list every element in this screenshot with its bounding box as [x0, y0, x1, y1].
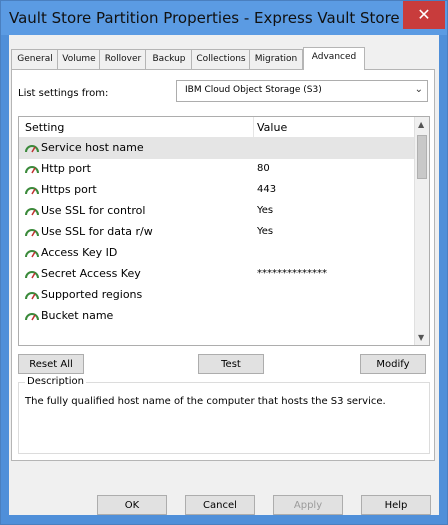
setting-name: Access Key ID — [41, 246, 118, 259]
settings-list[interactable]: Setting Value Service host name Http por… — [18, 116, 430, 346]
setting-name: Service host name — [41, 141, 144, 154]
table-row[interactable]: Http port 80 — [19, 159, 415, 180]
reset-all-button[interactable]: Reset All — [18, 354, 84, 374]
advanced-panel: List settings from: IBM Cloud Object Sto… — [11, 69, 435, 461]
gauge-icon — [25, 313, 39, 321]
table-row[interactable]: Use SSL for control Yes — [19, 201, 415, 222]
setting-name: Secret Access Key — [41, 267, 141, 280]
column-header-value[interactable]: Value — [257, 121, 287, 134]
description-legend: Description — [25, 376, 86, 387]
title-bar[interactable]: Vault Store Partition Properties - Expre… — [1, 1, 447, 35]
apply-button[interactable]: Apply — [273, 495, 343, 515]
modify-button[interactable]: Modify — [360, 354, 426, 374]
scroll-down-icon[interactable]: ▼ — [418, 333, 424, 342]
table-row[interactable]: Secret Access Key ************** — [19, 264, 415, 285]
properties-window: Vault Store Partition Properties - Expre… — [0, 0, 448, 525]
setting-name: Use SSL for data r/w — [41, 225, 153, 238]
table-row[interactable]: Https port 443 — [19, 180, 415, 201]
setting-value: Yes — [257, 226, 274, 237]
tab-migration[interactable]: Migration — [249, 49, 303, 69]
dialog-body: General Volume Rollover Backup Collectio… — [9, 35, 439, 515]
table-row[interactable]: Service host name — [19, 138, 415, 159]
setting-value: 80 — [257, 163, 270, 174]
setting-name: Https port — [41, 183, 97, 196]
column-divider[interactable] — [253, 117, 254, 137]
description-text: The fully qualified host name of the com… — [25, 396, 386, 407]
list-settings-label: List settings from: — [18, 88, 109, 99]
gauge-icon — [25, 208, 39, 216]
setting-value: Yes — [257, 205, 274, 216]
cancel-button[interactable]: Cancel — [185, 495, 255, 515]
chevron-down-icon: ⌄ — [414, 84, 423, 95]
settings-list-header: Setting Value — [19, 117, 415, 138]
vertical-scrollbar[interactable]: ▲ ▼ — [414, 117, 429, 345]
setting-name: Http port — [41, 162, 91, 175]
gauge-icon — [25, 229, 39, 237]
ok-button[interactable]: OK — [97, 495, 167, 515]
list-settings-dropdown[interactable]: IBM Cloud Object Storage (S3) ⌄ — [176, 80, 428, 102]
gauge-icon — [25, 145, 39, 153]
setting-name: Supported regions — [41, 288, 143, 301]
description-group: Description The fully qualified host nam… — [18, 376, 430, 454]
table-row[interactable]: Access Key ID — [19, 243, 415, 264]
table-row[interactable]: Use SSL for data r/w Yes — [19, 222, 415, 243]
column-header-setting[interactable]: Setting — [25, 121, 64, 134]
gauge-icon — [25, 292, 39, 300]
tab-collections[interactable]: Collections — [191, 49, 251, 69]
tab-rollover[interactable]: Rollover — [99, 49, 147, 69]
gauge-icon — [25, 271, 39, 279]
scroll-thumb[interactable] — [417, 135, 427, 179]
table-row[interactable]: Supported regions — [19, 285, 415, 306]
setting-name: Bucket name — [41, 309, 114, 322]
gauge-icon — [25, 187, 39, 195]
test-button[interactable]: Test — [198, 354, 264, 374]
tab-advanced[interactable]: Advanced — [303, 47, 365, 70]
gauge-icon — [25, 250, 39, 258]
table-row[interactable]: Bucket name — [19, 306, 415, 327]
tab-volume[interactable]: Volume — [57, 49, 101, 69]
window-title: Vault Store Partition Properties - Expre… — [9, 9, 419, 27]
help-button[interactable]: Help — [361, 495, 431, 515]
list-settings-value: IBM Cloud Object Storage (S3) — [185, 85, 322, 95]
gauge-icon — [25, 166, 39, 174]
close-button[interactable]: ✕ — [403, 1, 445, 29]
setting-name: Use SSL for control — [41, 204, 146, 217]
tab-backup[interactable]: Backup — [145, 49, 193, 69]
scroll-up-icon[interactable]: ▲ — [418, 120, 424, 129]
setting-value: 443 — [257, 184, 277, 195]
setting-value: ************** — [257, 268, 327, 279]
tab-general[interactable]: General — [11, 49, 59, 69]
